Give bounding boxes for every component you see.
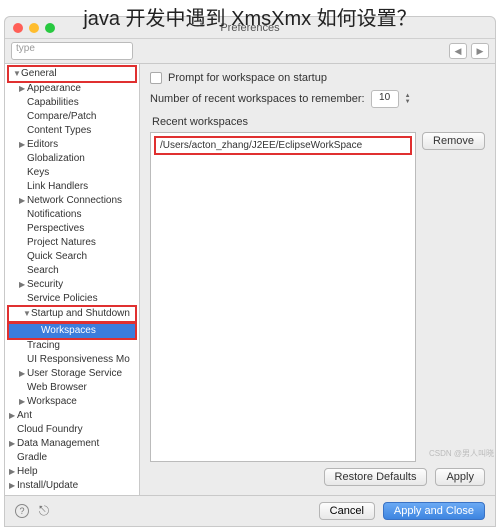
disclosure-arrow-icon: ▶ (9, 466, 17, 478)
tree-item-label: Project Natures (27, 237, 96, 248)
tree-item-label: Notifications (27, 209, 81, 220)
tree-item[interactable]: Tracing (5, 339, 139, 353)
preferences-window: Preferences type ◀ ▶ ▼General▶Appearance… (4, 16, 496, 527)
tree-item-label: Compare/Patch (27, 111, 96, 122)
toolbar: type ◀ ▶ (5, 39, 495, 63)
back-button[interactable]: ◀ (449, 43, 467, 59)
tree-item[interactable]: Project Natures (5, 236, 139, 250)
tree-item[interactable]: Perspectives (5, 222, 139, 236)
remove-button[interactable]: Remove (422, 132, 485, 150)
tree-item-label: Service Policies (27, 293, 98, 304)
tree-item[interactable]: ▶Help (5, 465, 139, 479)
recent-heading: Recent workspaces (152, 116, 485, 128)
tree-item-label: Search (27, 265, 59, 276)
disclosure-arrow-icon: ▼ (13, 68, 21, 80)
tree-item[interactable]: ▶Editors (5, 138, 139, 152)
watermark: CSDN @男人叫晓 (429, 448, 494, 459)
tree-item-label: Web Browser (27, 382, 87, 393)
recent-count-label: Number of recent workspaces to remember: (150, 93, 365, 105)
overlay-title: java 开发中遇到 XmsXmx 如何设置？ (0, 2, 500, 31)
tree-item[interactable]: ▶Data Management (5, 437, 139, 451)
tree-item[interactable]: ▶Install/Update (5, 479, 139, 493)
apply-and-close-button[interactable]: Apply and Close (383, 502, 485, 520)
tree-item[interactable]: Link Handlers (5, 180, 139, 194)
restore-defaults-button[interactable]: Restore Defaults (324, 468, 428, 486)
tree-item[interactable]: ▼Startup and Shutdown (7, 305, 137, 323)
disclosure-arrow-icon: ▶ (19, 396, 27, 408)
tree-item[interactable]: ▼General (7, 65, 137, 83)
tree-item[interactable]: Search (5, 264, 139, 278)
disclosure-arrow-icon: ▶ (9, 410, 17, 422)
tree-item-label: Install/Update (17, 480, 78, 491)
prompt-label: Prompt for workspace on startup (168, 72, 327, 84)
disclosure-arrow-icon: ▶ (19, 368, 27, 380)
workspaces-panel: Prompt for workspace on startup Number o… (140, 64, 495, 495)
tree-item-label: Workspaces (41, 325, 96, 336)
disclosure-arrow-icon: ▶ (19, 195, 27, 207)
tree-item[interactable]: Compare/Patch (5, 110, 139, 124)
recent-count-stepper[interactable]: ▲▼ (405, 93, 411, 105)
tree-item[interactable]: ▶Appearance (5, 82, 139, 96)
tree-item[interactable]: ▶Network Connections (5, 194, 139, 208)
cancel-button[interactable]: Cancel (319, 502, 375, 520)
tree-item-label: Startup and Shutdown (31, 308, 130, 319)
tree-item[interactable]: Cloud Foundry (5, 423, 139, 437)
tree-item[interactable]: Content Types (5, 124, 139, 138)
tree-item[interactable]: Quick Search (5, 250, 139, 264)
apply-button[interactable]: Apply (435, 468, 485, 486)
footer: ? ⎋ Cancel Apply and Close (5, 495, 495, 526)
preferences-tree[interactable]: ▼General▶AppearanceCapabilitiesCompare/P… (5, 64, 140, 495)
tree-item-label: Tracing (27, 340, 60, 351)
disclosure-arrow-icon: ▶ (9, 438, 17, 450)
tree-item[interactable]: Notifications (5, 208, 139, 222)
tree-item[interactable]: ▶User Storage Service (5, 367, 139, 381)
tree-item-label: Ant (17, 410, 32, 421)
tree-item[interactable]: ▶Workspace (5, 395, 139, 409)
tree-item-label: Link Handlers (27, 181, 88, 192)
tree-item[interactable]: Web Browser (5, 381, 139, 395)
tree-item[interactable]: Gradle (5, 451, 139, 465)
import-export-icon[interactable]: ⎋ (37, 504, 51, 518)
disclosure-arrow-icon: ▶ (19, 83, 27, 95)
tree-item-label: Security (27, 279, 63, 290)
tree-item[interactable]: UI Responsiveness Mo (5, 353, 139, 367)
disclosure-arrow-icon: ▼ (23, 308, 31, 320)
tree-item-label: Data Management (17, 438, 99, 449)
list-item[interactable]: /Users/acton_zhang/J2EE/EclipseWorkSpace (154, 136, 412, 155)
disclosure-arrow-icon: ▶ (19, 279, 27, 291)
tree-item[interactable]: ▶Ant (5, 409, 139, 423)
help-icon[interactable]: ? (15, 504, 29, 518)
recent-count-input[interactable]: 10 (371, 90, 399, 108)
tree-item-label: Network Connections (27, 195, 122, 206)
tree-item-label: Perspectives (27, 223, 84, 234)
disclosure-arrow-icon: ▶ (9, 480, 17, 492)
tree-item-label: Gradle (17, 452, 47, 463)
filter-input[interactable]: type (11, 42, 133, 60)
tree-item[interactable]: Capabilities (5, 96, 139, 110)
forward-button[interactable]: ▶ (471, 43, 489, 59)
tree-item-label: Capabilities (27, 97, 79, 108)
tree-item-label: Appearance (27, 83, 81, 94)
tree-item-label: Cloud Foundry (17, 424, 83, 435)
tree-item[interactable]: Workspaces (7, 322, 137, 340)
tree-item[interactable]: Globalization (5, 152, 139, 166)
prompt-checkbox[interactable] (150, 72, 162, 84)
tree-item-label: Workspace (27, 396, 77, 407)
tree-item-label: UI Responsiveness Mo (27, 354, 130, 365)
tree-item[interactable]: ▶Security (5, 278, 139, 292)
tree-item-label: Help (17, 466, 38, 477)
tree-item-label: Keys (27, 167, 49, 178)
tree-item-label: General (21, 68, 57, 79)
tree-item[interactable]: Keys (5, 166, 139, 180)
disclosure-arrow-icon: ▶ (19, 139, 27, 151)
tree-item-label: Quick Search (27, 251, 87, 262)
tree-item-label: Globalization (27, 153, 85, 164)
tree-item-label: Editors (27, 139, 58, 150)
recent-workspaces-list[interactable]: /Users/acton_zhang/J2EE/EclipseWorkSpace (150, 132, 416, 462)
tree-item-label: Content Types (27, 125, 91, 136)
tree-item[interactable]: Service Policies (5, 292, 139, 306)
tree-item-label: User Storage Service (27, 368, 122, 379)
